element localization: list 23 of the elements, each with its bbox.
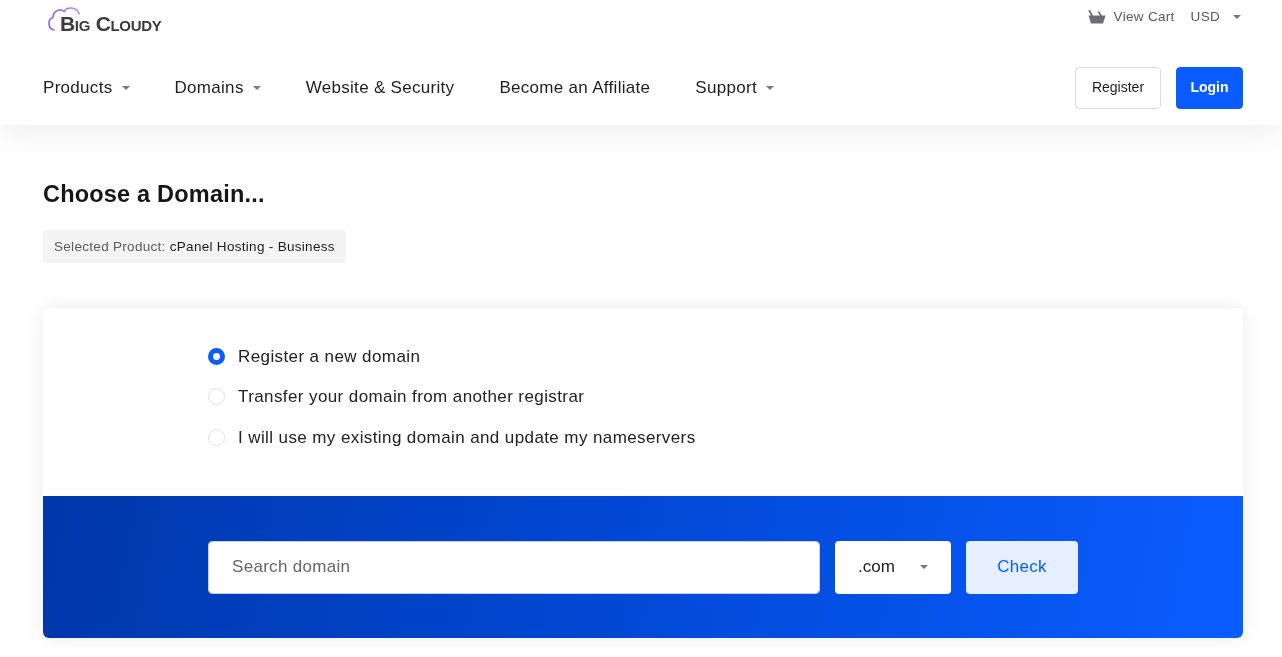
tld-dropdown[interactable]: .com xyxy=(835,540,951,594)
caret-icon xyxy=(1233,15,1241,20)
option-label[interactable]: Register a new domain xyxy=(238,343,421,369)
nav-link[interactable]: Website & Security xyxy=(305,74,455,101)
nav-link[interactable]: Support xyxy=(695,74,774,101)
selected-product-label: Selected Product: xyxy=(54,239,166,254)
view-cart-link[interactable]: View Cart xyxy=(1087,7,1175,28)
register-button[interactable]: Register xyxy=(1075,66,1161,109)
login-button[interactable]: Login xyxy=(1176,66,1243,109)
nav-link[interactable]: Domains xyxy=(174,74,261,101)
option-label[interactable]: Transfer your domain from another registrar xyxy=(238,384,585,410)
nav-link[interactable]: Become an Affiliate xyxy=(499,74,651,101)
currency-dropdown[interactable]: USD xyxy=(1190,7,1241,28)
option-label[interactable]: I will use my existing domain and update my nameservers xyxy=(238,424,696,450)
caret-icon xyxy=(920,565,928,569)
logo-link[interactable]: Big Cloudy xyxy=(60,13,162,35)
check-button[interactable]: Check xyxy=(966,540,1078,594)
nav-link[interactable]: Products xyxy=(43,74,130,101)
radio-button[interactable] xyxy=(208,347,225,365)
selected-product-value: cPanel Hosting - Business xyxy=(169,239,335,254)
search-field[interactable]: Search domain xyxy=(208,540,820,594)
basket-icon xyxy=(1087,10,1106,25)
page-title: Choose a Domain... xyxy=(43,180,266,208)
